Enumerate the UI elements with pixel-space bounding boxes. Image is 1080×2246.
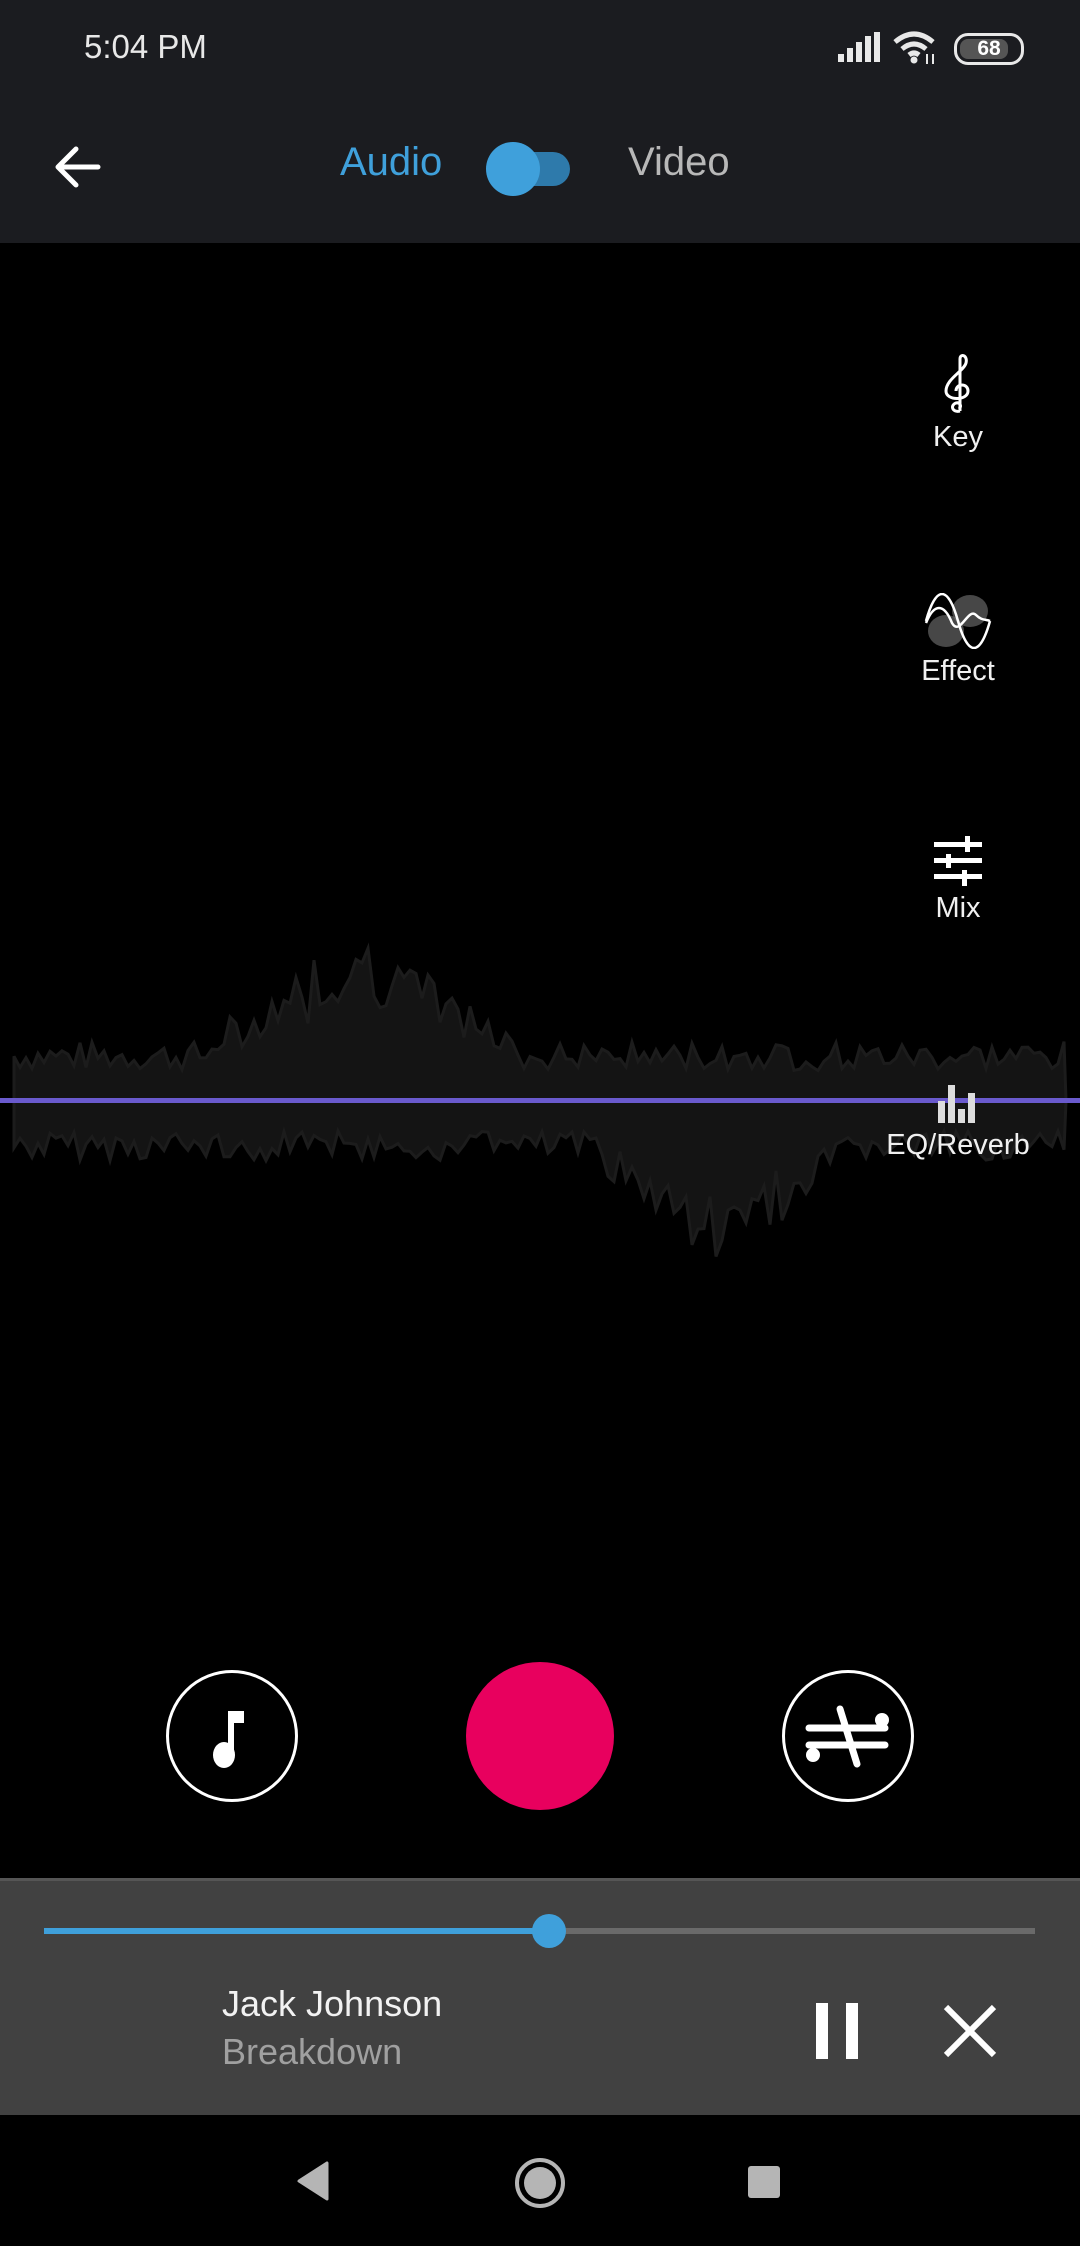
side-item-mix[interactable]: Mix <box>878 836 1038 925</box>
equalizer-icon <box>938 1085 975 1123</box>
nav-back-icon[interactable] <box>293 2160 333 2202</box>
status-time: 5:04 PM <box>84 28 207 65</box>
music-library-button[interactable] <box>166 1670 298 1802</box>
swap-icon <box>805 1705 889 1768</box>
track-title: Breakdown <box>222 2031 403 2072</box>
sliders-icon <box>934 836 982 886</box>
nav-recents-icon[interactable] <box>747 2165 781 2199</box>
status-bar: 5:04 PM 68 <box>0 0 1080 100</box>
side-item-key[interactable]: Key <box>878 353 1038 454</box>
seek-progress <box>44 1928 550 1934</box>
close-button[interactable] <box>940 2001 1000 2061</box>
seek-slider[interactable] <box>44 1911 1035 1951</box>
side-item-effect[interactable]: Effect <box>878 593 1038 688</box>
audio-stage: Key Effect Mix EQ/Reverb <box>0 243 1080 1878</box>
now-playing-bar: Jack Johnson Breakdown <box>0 1878 1080 2118</box>
header-bar: Audio Video <box>0 100 1080 243</box>
swap-button[interactable] <box>782 1670 914 1802</box>
side-item-effect-label: Effect <box>921 655 995 687</box>
music-note-icon <box>213 1711 244 1768</box>
close-icon <box>943 2004 997 2058</box>
tab-video[interactable]: Video <box>628 140 730 185</box>
side-item-eq-reverb[interactable]: EQ/Reverb <box>878 1083 1038 1162</box>
side-item-key-label: Key <box>933 421 983 453</box>
wave-effect-icon <box>924 593 992 649</box>
record-button[interactable] <box>466 1662 614 1810</box>
arrow-left-icon <box>55 146 101 188</box>
side-item-eq-reverb-label: EQ/Reverb <box>886 1129 1030 1161</box>
pause-icon <box>816 2003 858 2059</box>
tab-audio[interactable]: Audio <box>340 140 442 185</box>
pause-button[interactable] <box>808 1999 868 2063</box>
system-nav-bar <box>0 2115 1080 2246</box>
nav-home-icon[interactable] <box>514 2157 566 2209</box>
audio-video-toggle[interactable] <box>486 142 574 196</box>
wifi-icon <box>893 31 935 64</box>
seek-thumb[interactable] <box>532 1914 567 1948</box>
side-item-mix-label: Mix <box>935 892 981 924</box>
track-artist: Jack Johnson <box>222 1983 443 2024</box>
battery-level: 68 <box>977 37 1001 60</box>
toggle-thumb[interactable] <box>486 142 540 196</box>
treble-clef-icon <box>944 354 970 413</box>
back-button[interactable] <box>50 140 104 194</box>
signal-icon <box>838 32 880 62</box>
battery-icon: 68 <box>954 33 1024 65</box>
